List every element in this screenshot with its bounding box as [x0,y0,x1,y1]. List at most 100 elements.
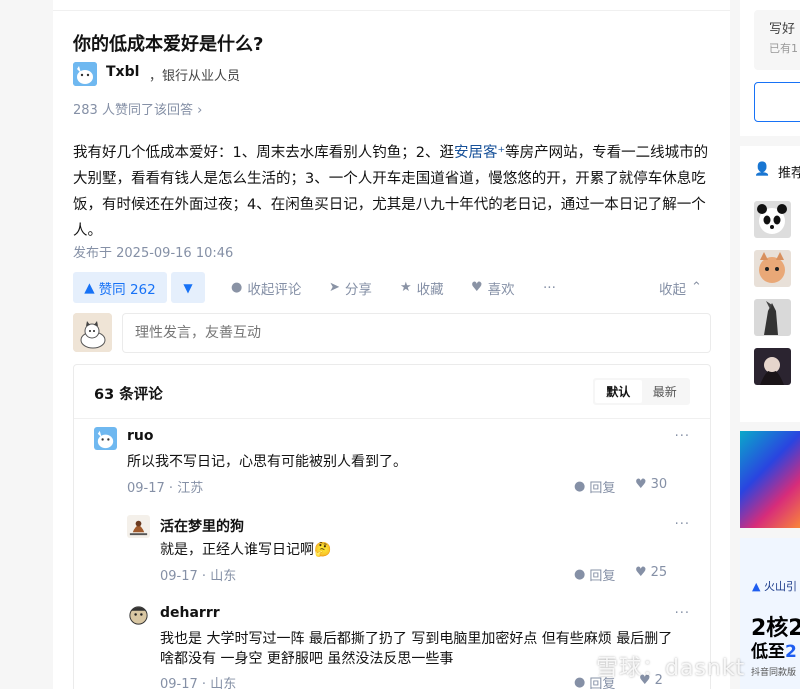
author-bio: ，银行从业人员 [149,69,241,84]
ad-banner-image[interactable] [740,431,800,528]
answer-text-1: 我有好几个低成本爱好：1、周末去水库看别人钓鱼；2、逛 [73,145,454,161]
recommend-card: 👤 推荐 [740,146,800,422]
commenter-avatar[interactable] [94,427,117,450]
heart-icon: ♥ [635,565,647,580]
action-bar: ▲ 赞同 262 ▼ ● 收起评论 ➤ 分享 ★ 收藏 ♥ 喜欢 ··· 收起 … [73,272,715,303]
comment-date: 09-17 [127,481,165,496]
commenter-name[interactable]: ruo [127,428,154,444]
separator-dot: · [201,677,211,689]
anjuke-link[interactable]: 安居客 [454,145,498,161]
reply-button[interactable]: ● 回复 [574,477,615,496]
like-button[interactable]: ♥ 喜欢 [471,272,515,303]
reply-button[interactable]: ● 回复 [574,565,615,584]
add-user-icon: 👤 [754,162,771,177]
recommended-user-avatar[interactable] [754,201,791,238]
answer-card: 你的低成本爱好是什么? Txbl ，银行从业人员 283 人赞同了该回答 › 我… [53,0,730,689]
more-dots-icon: ··· [543,279,556,296]
separator-dot: · [168,481,178,496]
triangle-down-icon: ▼ [183,280,193,295]
comment-bubble-icon: ● [574,675,586,689]
heart-icon: ♥ [635,477,647,492]
triangle-up-icon: ▲ [84,279,95,296]
comment-date: 09-17 [160,677,198,689]
ad-price-value: 2 [785,642,797,662]
volcano-logo-icon: ▲ [752,580,761,593]
commenter-name[interactable]: 活在梦里的狗 [160,516,244,536]
comment-like-button[interactable]: ♥ 30 [635,477,667,492]
paper-plane-icon: ➤ [329,280,340,295]
right-sidebar: 写好 已有1 👤 推荐 ▲ 火山引 2核2 低至2 抖音同款版 [740,0,800,689]
author-name[interactable]: Txbl [106,64,139,80]
downvote-button[interactable]: ▼ [171,272,205,303]
current-user-avatar [73,313,112,352]
collapse-button[interactable]: 收起 ⌃ [659,272,702,303]
post-time: 发布于 2025-09-16 10:46 [73,246,234,261]
commenter-avatar[interactable] [127,515,150,538]
recommended-user-avatar[interactable] [754,348,791,385]
comment-text: 所以我不写日记，心思有可能被别人看到了。 [127,454,407,470]
ad-brand: ▲ 火山引 [752,578,797,594]
share-button[interactable]: ➤ 分享 [329,272,372,303]
ad-footnote: 抖音同款版 [751,668,797,678]
comment-text: 就是，正经人谁写日记啊🤔 [160,542,332,558]
recommend-title: 推荐 [778,166,800,181]
comment-sort-tabs: 默认 最新 [593,378,690,405]
comment-toggle-label: 收起评论 [247,281,302,298]
sort-tab-default[interactable]: 默认 [595,380,642,403]
favorite-button[interactable]: ★ 收藏 [400,272,444,303]
upvote-summary[interactable]: 283 人赞同了该回答 › [73,99,202,118]
ad-price: 低至2 [751,637,797,662]
comment-bubble-icon: ● [574,479,586,494]
like-count: 25 [650,565,668,580]
author-avatar[interactable] [73,62,97,86]
ad-brand-label: 火山引 [763,580,797,593]
write-prompt-subtitle: 已有1 [769,42,798,55]
write-prompt-title: 写好 [769,22,796,37]
comments-count: 63 条评论 [94,387,163,403]
chevron-up-icon: ⌃ [691,280,702,295]
divider [53,10,730,11]
comment-location: 江苏 [177,481,204,496]
comments-panel: 63 条评论 默认 最新 ruo 所以我不写日记，心思有可能被别人看到了。 09… [73,364,711,689]
separator-dot: · [201,569,211,584]
comment-more-icon[interactable]: ··· [675,517,690,532]
reply-item: 活在梦里的狗 就是，正经人谁写日记啊🤔 09-17 · 山东 ··· ● 回复 … [127,515,692,585]
question-title[interactable]: 你的低成本爱好是什么? [73,30,263,56]
star-icon: ★ [400,280,412,295]
comment-more-icon[interactable]: ··· [675,429,690,444]
answer-body: 我有好几个低成本爱好：1、周末去水库看别人钓鱼；2、逛安居客⁺等房产网站，专看一… [73,140,715,244]
comment-item: ruo 所以我不写日记，心思有可能被别人看到了。 09-17 · 江苏 ··· … [94,427,692,497]
reply-label: 回复 [589,569,616,584]
comment-toggle-button[interactable]: ● 收起评论 [231,272,301,303]
like-label: 喜欢 [487,281,515,298]
commenter-avatar[interactable] [127,604,150,627]
recommended-user-avatar[interactable] [754,299,791,336]
ad-price-prefix: 低至 [751,642,785,662]
heart-icon: ♥ [471,280,483,295]
comment-bubble-icon: ● [574,567,586,582]
upvote-label: 赞同 262 [98,281,156,298]
comment-like-button[interactable]: ♥ 25 [635,565,667,580]
comment-meta: 09-17 · 山东 [160,565,236,584]
link-sparkle-icon: ⁺ [497,145,506,161]
sort-tab-latest[interactable]: 最新 [642,380,689,403]
comment-date: 09-17 [160,569,198,584]
comment-input[interactable] [122,313,711,353]
divider [74,418,710,419]
share-label: 分享 [344,281,372,298]
like-count: 30 [650,477,668,492]
write-answer-button[interactable] [754,82,800,122]
comment-more-icon[interactable]: ··· [675,606,690,621]
ad-banner-cloud[interactable]: ▲ 火山引 2核2 低至2 抖音同款版 [740,538,800,689]
comment-meta: 09-17 · 江苏 [127,477,203,496]
write-answer-card: 写好 已有1 [740,0,800,136]
comment-location: 山东 [210,569,237,584]
more-button[interactable]: ··· [543,272,556,303]
recommended-user-avatar[interactable] [754,250,791,287]
collapse-label: 收起 [659,281,686,298]
comment-meta: 09-17 · 山东 [160,673,236,689]
favorite-label: 收藏 [416,281,444,298]
upvote-button[interactable]: ▲ 赞同 262 [73,272,167,303]
watermark: 雪球：dasnkt [596,656,746,681]
commenter-name[interactable]: deharrr [160,605,220,621]
